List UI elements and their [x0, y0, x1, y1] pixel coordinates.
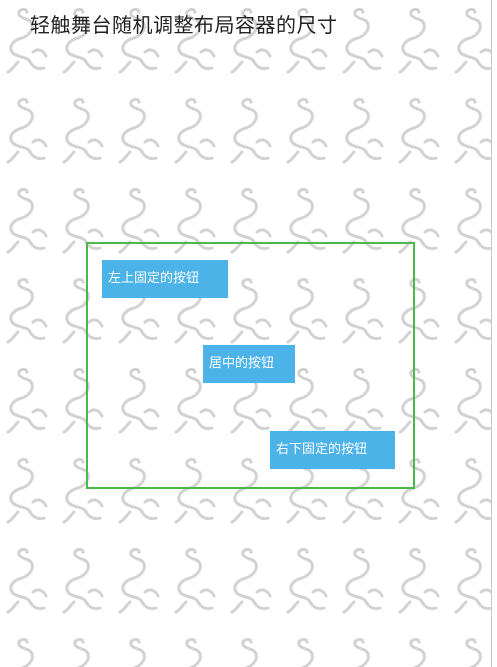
top-left-fixed-button[interactable]: 左上固定的按钮	[102, 260, 228, 298]
right-divider	[491, 0, 492, 667]
bottom-right-fixed-button[interactable]: 右下固定的按钮	[270, 431, 395, 469]
center-button[interactable]: 居中的按钮	[203, 345, 295, 383]
stage[interactable]: 轻触舞台随机调整布局容器的尺寸 左上固定的按钮 居中的按钮 右下固定的按钮	[0, 0, 497, 667]
page-title: 轻触舞台随机调整布局容器的尺寸	[30, 13, 338, 37]
